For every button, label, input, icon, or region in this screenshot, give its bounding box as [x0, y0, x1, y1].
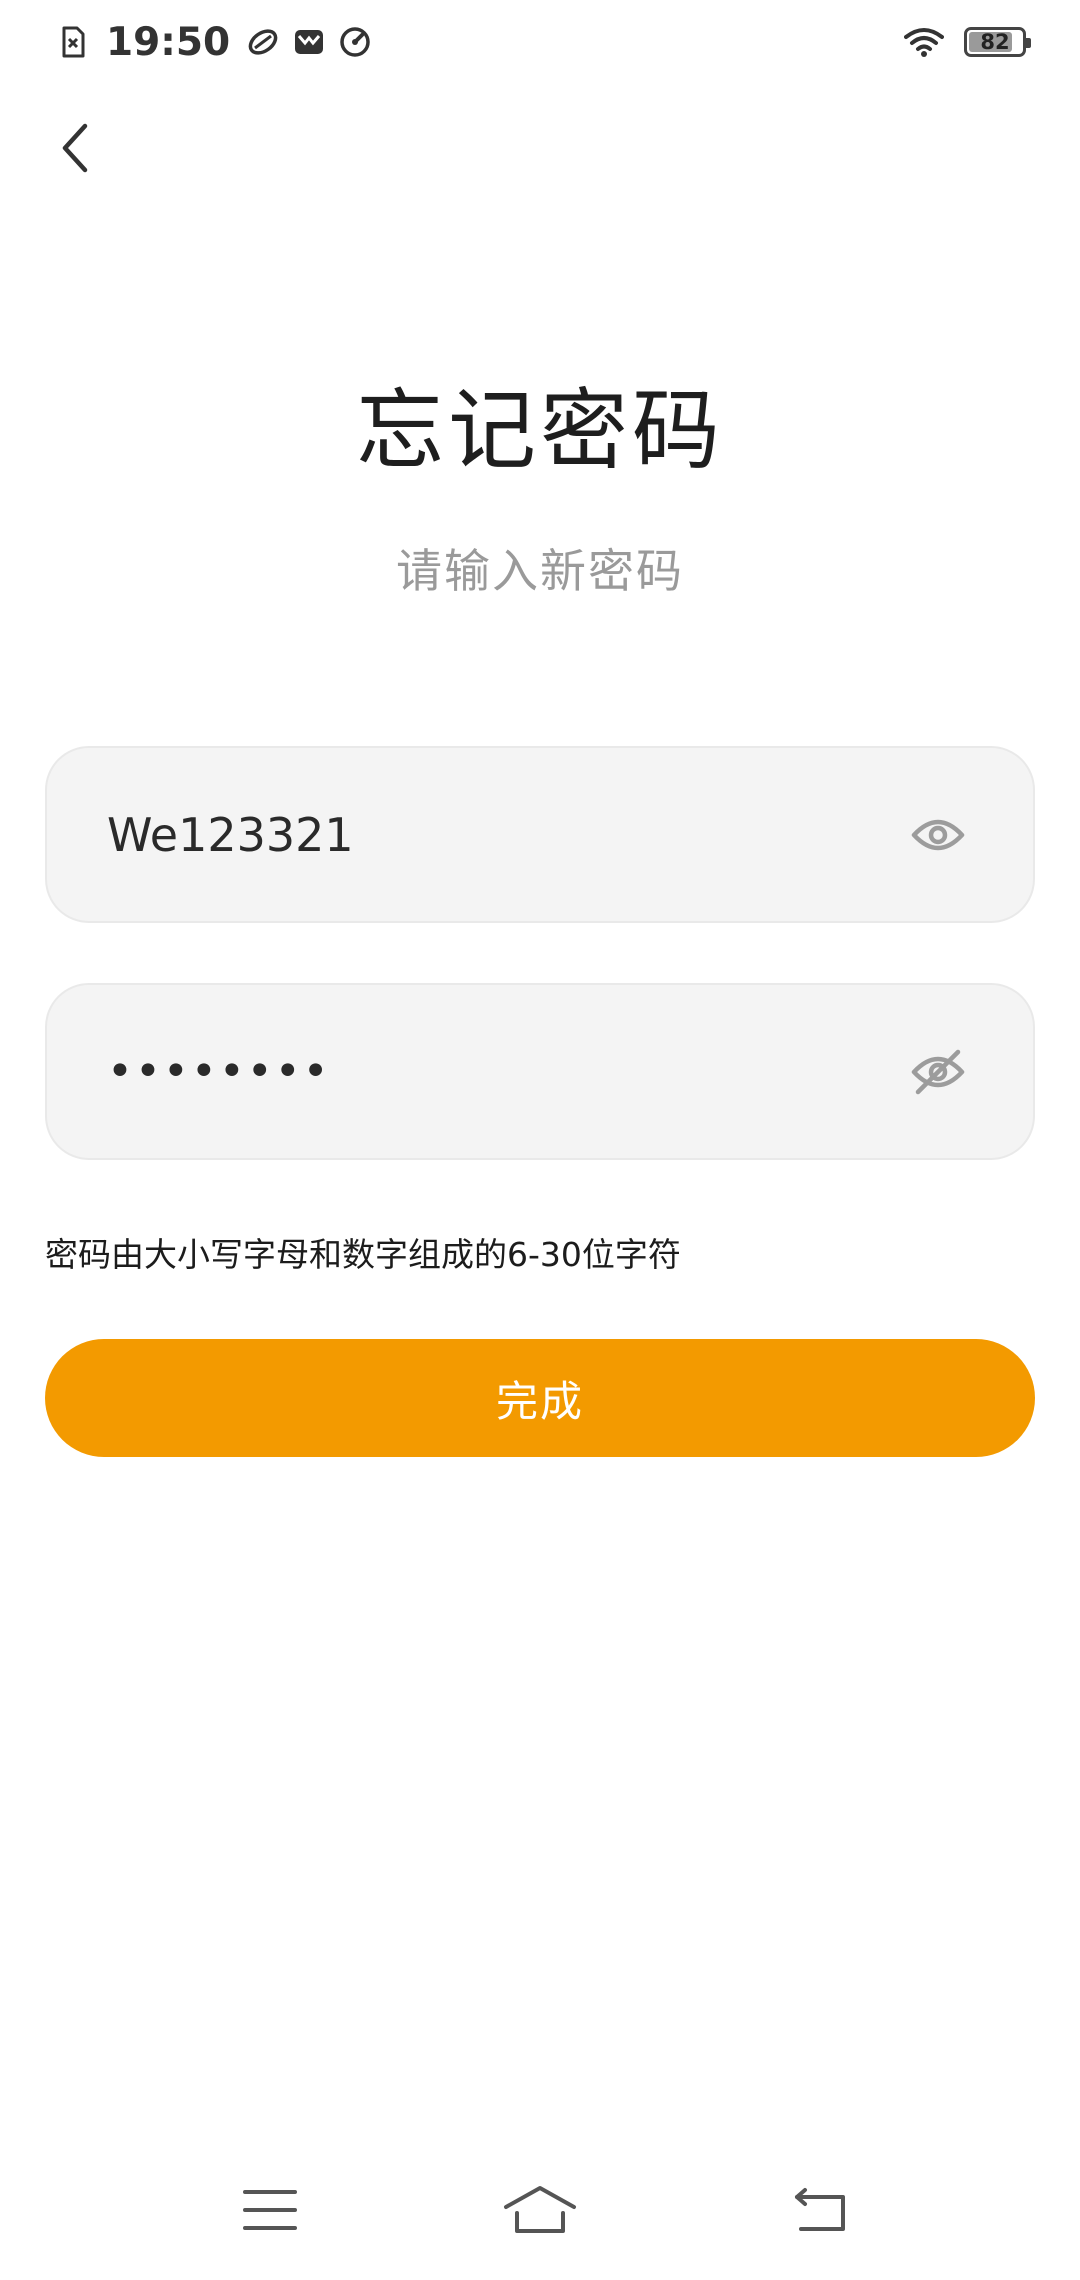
show-password-toggle[interactable]	[903, 800, 973, 870]
password-rule-hint: 密码由大小写字母和数字组成的6-30位字符	[45, 1235, 681, 1274]
status-right: 82	[904, 25, 1031, 59]
confirm-password-input[interactable]	[107, 1046, 903, 1097]
page-subtitle: 请输入新密码	[396, 544, 684, 598]
nav-home-button[interactable]	[495, 2175, 585, 2245]
done-button[interactable]: 完成	[45, 1339, 1035, 1457]
battery-level: 82	[980, 30, 1010, 54]
sim-card-icon	[62, 26, 85, 58]
page-title: 忘记密码	[355, 379, 724, 482]
back-icon	[795, 2188, 845, 2231]
system-nav-bar	[0, 2160, 1080, 2260]
forgot-password-screen: 19:50 82 忘记密码 请输入新密码 We123321 •••••••• 密…	[0, 0, 1080, 2280]
status-time: 19:50	[106, 19, 231, 65]
back-button[interactable]	[40, 108, 110, 188]
hide-password-toggle[interactable]	[903, 1037, 973, 1107]
confirm-password-field[interactable]	[45, 983, 1035, 1160]
home-icon	[504, 2186, 576, 2233]
chevron-left-icon	[62, 123, 88, 173]
wifi-icon	[904, 28, 944, 57]
new-password-field[interactable]	[45, 746, 1035, 923]
new-password-input[interactable]	[107, 807, 903, 862]
battery-icon: 82	[964, 27, 1031, 57]
nav-menu-button[interactable]	[225, 2175, 315, 2245]
nav-back-button[interactable]	[776, 2175, 866, 2245]
eye-off-icon	[911, 1049, 965, 1094]
menu-icon	[243, 2190, 297, 2230]
mail-app-icon	[295, 30, 324, 54]
status-bar: 19:50 82	[0, 0, 1080, 84]
status-left: 19:50	[56, 20, 372, 65]
eye-open-icon	[911, 819, 965, 850]
app-leaf-icon	[248, 29, 278, 55]
speed-app-icon	[340, 27, 370, 57]
